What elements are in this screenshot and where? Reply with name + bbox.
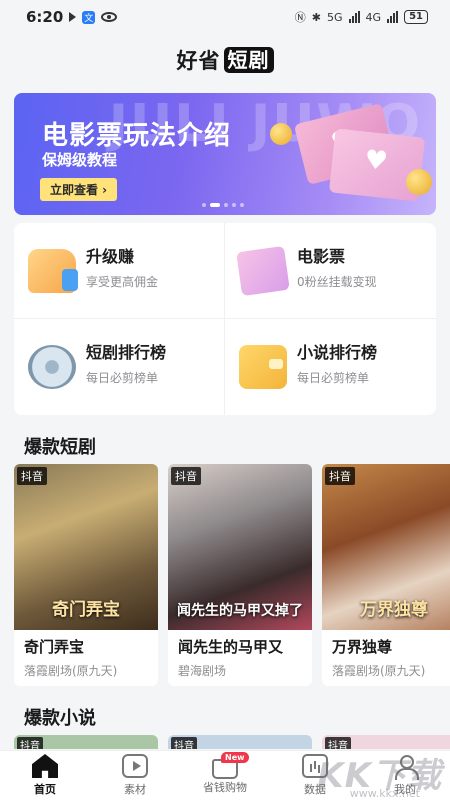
feature-novel-ranking[interactable]: 小说排行榜 每日必剪榜单 (225, 319, 436, 415)
feature-title: 升级赚 (86, 247, 135, 266)
eye-icon (101, 12, 118, 22)
drama-poster: 抖音 万界独尊 (322, 464, 450, 630)
view-now-button[interactable]: 立即查看 › (40, 178, 118, 201)
drama-card[interactable]: 抖音 闻先生的马甲又掉了 闻先生的马甲又 碧海剧场 (168, 464, 312, 686)
drama-title: 奇门弄宝 (24, 638, 85, 656)
section-title-drama: 爆款短剧 (24, 437, 96, 458)
media-icon (69, 12, 77, 22)
carousel-dot (240, 203, 244, 207)
poster-text: 奇门弄宝 (52, 600, 120, 620)
play-icon (122, 754, 148, 778)
battery-indicator: 51 (404, 10, 428, 24)
platform-tag: 抖音 (17, 467, 47, 485)
drama-source: 落霞剧场(原九天) (332, 664, 426, 678)
banner-title: 电影票玩法介绍 (42, 121, 232, 151)
banner-subtitle: 保姆级教程 (42, 151, 118, 169)
status-right: Ⓝ ✱ 5G 4G 51 (295, 9, 428, 25)
feature-subtitle: 每日必剪榜单 (297, 371, 370, 385)
tab-label: 省钱购物 (203, 781, 247, 794)
brand-text: 好省 (176, 49, 221, 73)
film-reel-icon (28, 345, 76, 389)
poster-text: 万界独尊 (360, 600, 428, 620)
carousel-dot (232, 203, 236, 207)
novel-card[interactable]: 抖音 (322, 735, 450, 749)
home-icon (32, 754, 58, 778)
brand-box: 短剧 (223, 47, 274, 73)
thumbs-up-icon (28, 249, 78, 293)
feature-drama-ranking[interactable]: 短剧排行榜 每日必剪榜单 (14, 319, 225, 415)
tab-material[interactable]: 素材 (90, 751, 180, 800)
network-label: 5G (327, 10, 343, 24)
drama-card[interactable]: 抖音 奇门弄宝 奇门弄宝 落霞剧场(原九天) (14, 464, 158, 686)
platform-tag: 抖音 (17, 737, 43, 749)
coin-icon (270, 123, 292, 145)
carousel-dot-active (210, 203, 220, 207)
drama-poster: 抖音 奇门弄宝 (14, 464, 158, 630)
feature-subtitle: 享受更高佣金 (86, 275, 159, 289)
drama-card[interactable]: 抖音 万界独尊 万界独尊 落霞剧场(原九天) (322, 464, 450, 686)
platform-tag: 抖音 (171, 737, 197, 749)
drama-title: 闻先生的马甲又 (178, 638, 284, 656)
site-watermark-url: www.kkx.net (349, 787, 420, 800)
feature-title: 电影票 (297, 247, 346, 266)
feature-upgrade-earn[interactable]: 升级赚 享受更高佣金 (14, 223, 225, 319)
drama-poster: 抖音 闻先生的马甲又掉了 (168, 464, 312, 630)
carousel-dot (224, 203, 228, 207)
tab-label: 素材 (124, 783, 146, 796)
new-badge: New (221, 752, 249, 763)
bluetooth-icon: ✱ (311, 10, 322, 24)
novel-card[interactable]: 抖音 (168, 735, 312, 749)
feature-movie-ticket[interactable]: 电影票 0粉丝挂载变现 (225, 223, 436, 319)
status-bar: 6:20 文 Ⓝ ✱ 5G 4G 51 (0, 0, 450, 34)
carousel-indicator (202, 203, 244, 207)
feature-grid: 升级赚 享受更高佣金 电影票 0粉丝挂载变现 短剧排行榜 每日必剪榜单 小说排行… (14, 223, 436, 415)
signal-icon-2 (387, 11, 399, 23)
signal-icon (348, 11, 360, 23)
network-label-2: 4G (365, 10, 382, 24)
drama-list: 抖音 奇门弄宝 奇门弄宝 落霞剧场(原九天) 抖音 闻先生的马甲又掉了 闻先生的… (14, 464, 450, 686)
platform-tag: 抖音 (171, 467, 201, 485)
feature-subtitle: 每日必剪榜单 (86, 371, 159, 385)
wallet-icon (239, 345, 287, 389)
section-title-novel: 爆款小说 (24, 708, 96, 729)
platform-tag: 抖音 (325, 467, 355, 485)
tab-home[interactable]: 首页 (0, 751, 90, 800)
poster-text: 闻先生的马甲又掉了 (177, 603, 303, 619)
novel-list: 抖音 抖音 抖音 (14, 735, 450, 749)
tab-label: 首页 (34, 783, 56, 796)
drama-source: 碧海剧场 (178, 664, 227, 678)
status-left: 6:20 文 (26, 8, 118, 26)
coin-icon (406, 169, 432, 195)
feature-title: 短剧排行榜 (86, 343, 167, 362)
feature-subtitle: 0粉丝挂载变现 (297, 275, 377, 289)
translate-icon: 文 (82, 10, 96, 24)
nfc-icon: Ⓝ (294, 11, 306, 24)
promo-banner[interactable]: JULI JUWO ♥ ♥ 电影票玩法介绍 保姆级教程 立即查看 › (14, 93, 436, 215)
feature-title: 小说排行榜 (297, 343, 378, 362)
drama-title: 万界独尊 (332, 638, 393, 656)
drama-source: 落霞剧场(原九天) (24, 664, 118, 678)
status-time: 6:20 (26, 8, 64, 26)
novel-card[interactable]: 抖音 (14, 735, 158, 749)
movie-ticket-icon (236, 245, 290, 297)
carousel-dot (202, 203, 206, 207)
app-title: 好省 短剧 (0, 42, 450, 78)
